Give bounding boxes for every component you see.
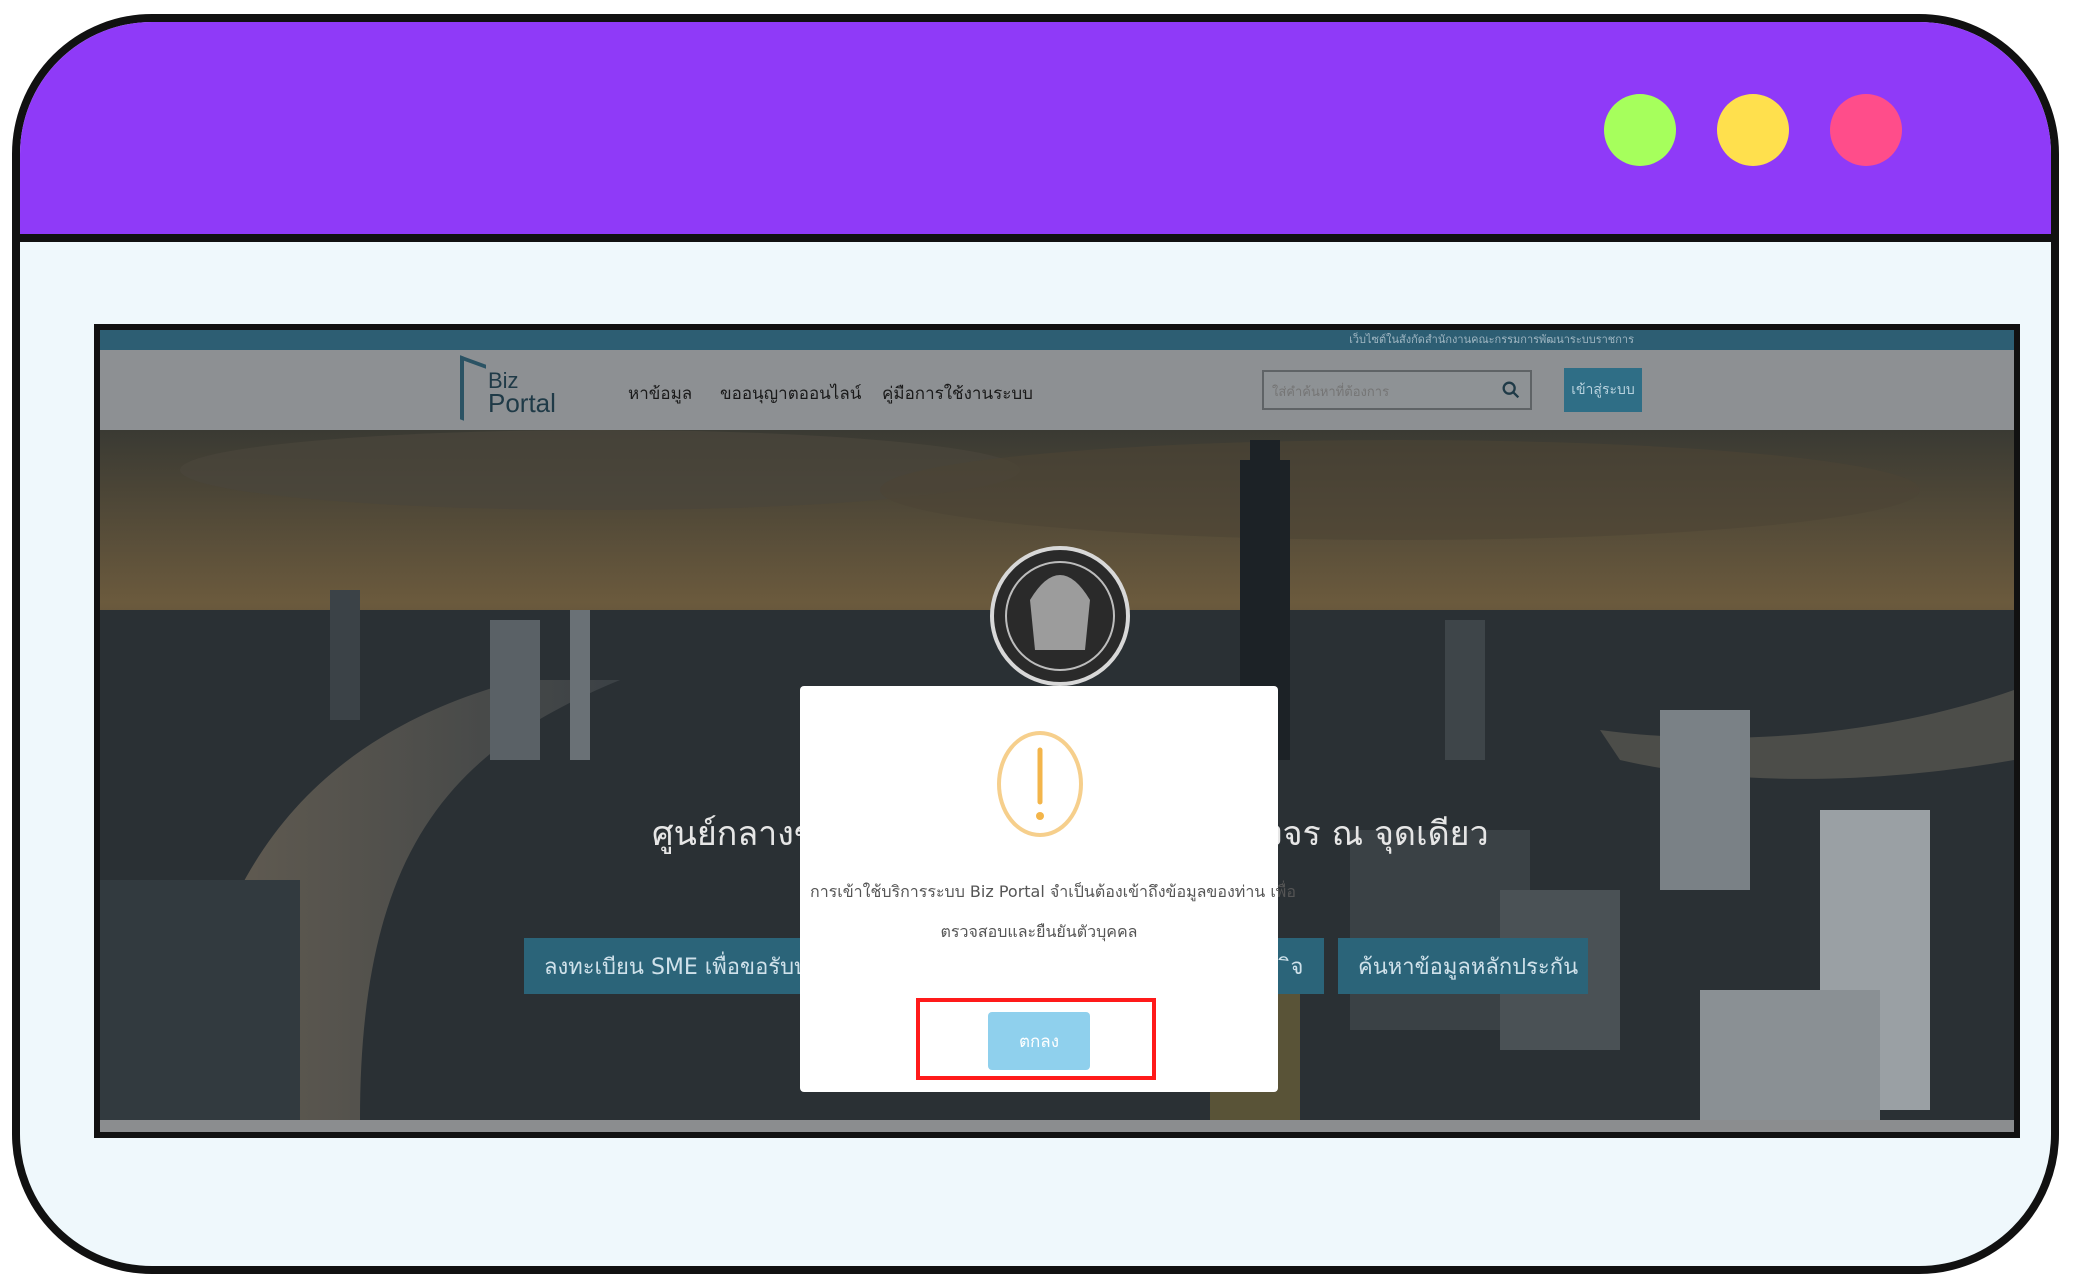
search-collateral-button[interactable]: ค้นหาข้อมูลหลักประกัน	[1338, 938, 1588, 994]
browser-title-bar	[20, 22, 2051, 242]
logo-text-line2: Portal	[488, 388, 556, 418]
hero-button-partial[interactable]: ิจ	[1270, 938, 1324, 994]
search-box	[1262, 370, 1532, 410]
nav-item-online-permit[interactable]: ขออนุญาตออนไลน์	[720, 380, 861, 407]
ok-button[interactable]: ตกลง	[988, 1012, 1090, 1070]
green-dot[interactable]	[1604, 94, 1676, 166]
top-strip: เว็บไซต์ในสังกัดสำนักงานคณะกรรมการพัฒนาร…	[100, 330, 2014, 350]
website-screenshot: เว็บไซต์ในสังกัดสำนักงานคณะกรรมการพัฒนาร…	[94, 324, 2020, 1138]
yellow-dot[interactable]	[1717, 94, 1789, 166]
nav-item-find-info[interactable]: หาข้อมูล	[628, 380, 692, 407]
biz-portal-logo[interactable]: Biz Portal	[460, 355, 560, 429]
login-button[interactable]: เข้าสู่ระบบ	[1564, 368, 1642, 412]
consent-dialog: การเข้าใช้บริการระบบ Biz Portal จำเป็นต้…	[800, 686, 1296, 1092]
browser-frame: เว็บไซต์ในสังกัดสำนักงานคณะกรรมการพัฒนาร…	[12, 14, 2059, 1274]
search-input[interactable]	[1270, 378, 1494, 404]
bottom-strip	[100, 1120, 2014, 1132]
navbar: Biz Portal หาข้อมูล ขออนุญาตออนไลน์ คู่ม…	[100, 350, 2014, 430]
hero-title-right: งจร ณ จุดเดียว	[1266, 814, 1489, 854]
pink-dot[interactable]	[1830, 94, 1902, 166]
dialog-message-line1: การเข้าใช้บริการระบบ Biz Portal จำเป็นต้…	[810, 882, 1296, 901]
register-sme-button[interactable]: ลงทะเบียน SME เพื่อขอรับบริก	[524, 938, 814, 994]
nav-item-user-manual[interactable]: คู่มือการใช้งานระบบ	[882, 380, 1033, 407]
logo-mark-icon	[460, 355, 486, 429]
dialog-message-line2: ตรวจสอบและยืนยันตัวบุคคล	[940, 922, 1138, 941]
warning-icon	[997, 731, 1083, 837]
dialog-message: การเข้าใช้บริการระบบ Biz Portal จำเป็นต้…	[810, 872, 1296, 952]
search-icon[interactable]	[1500, 379, 1522, 401]
